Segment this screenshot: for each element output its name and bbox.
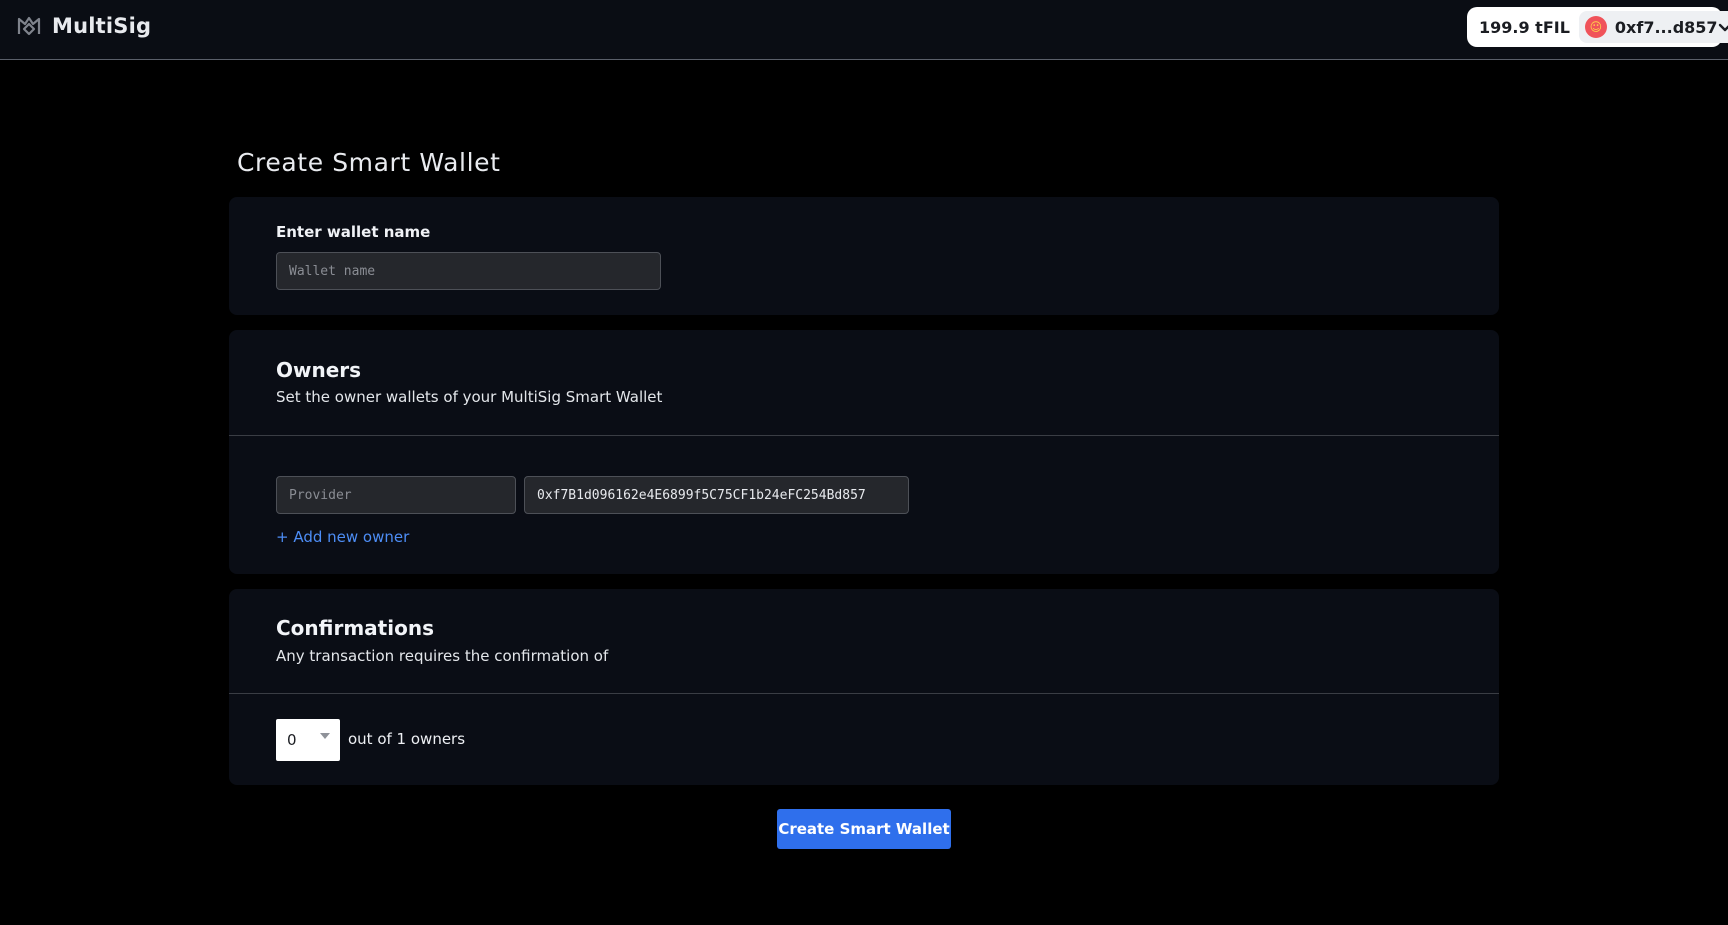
confirmations-description: Any transaction requires the confirmatio… [276, 647, 609, 665]
brand[interactable]: MultiSig [16, 13, 151, 39]
confirmations-divider [229, 693, 1499, 694]
balance-display[interactable]: 199.9 tFIL [1471, 18, 1579, 37]
owners-card: Owners Set the owner wallets of your Mul… [229, 330, 1499, 574]
wallet-name-label: Enter wallet name [276, 223, 431, 241]
avatar-icon: ☺ [1584, 16, 1607, 38]
add-new-owner-link[interactable]: + Add new owner [276, 528, 409, 546]
owners-count-text: out of 1 owners [348, 730, 466, 748]
chevron-down-icon [1718, 23, 1728, 32]
owner-provider-input[interactable] [276, 476, 516, 514]
app-name: MultiSig [52, 14, 152, 38]
wallet-connect-pill: 199.9 tFIL ☺ 0xf7...d857 [1467, 7, 1728, 47]
owners-description: Set the owner wallets of your MultiSig S… [276, 388, 663, 406]
threshold-value: 0 [287, 731, 297, 749]
caret-down-icon [320, 733, 330, 739]
confirmations-card: Confirmations Any transaction requires t… [229, 589, 1499, 785]
owners-divider [229, 435, 1499, 436]
confirmations-threshold-select[interactable]: 0 [276, 719, 340, 761]
create-smart-wallet-button[interactable]: Create Smart Wallet [777, 809, 951, 849]
page-title: Create Smart Wallet [237, 148, 501, 177]
account-address: 0xf7...d857 [1614, 17, 1718, 37]
owner-address-input[interactable] [524, 476, 909, 514]
wallet-name-input[interactable] [276, 252, 661, 290]
owners-title: Owners [276, 358, 362, 382]
account-button[interactable]: ☺ 0xf7...d857 [1578, 11, 1728, 43]
multisig-logo-icon [17, 16, 41, 36]
wallet-name-card: Enter wallet name [229, 197, 1499, 315]
top-navigation-bar: MultiSig 199.9 tFIL ☺ 0xf7...d857 [0, 0, 1728, 60]
confirmations-title: Confirmations [276, 616, 434, 640]
